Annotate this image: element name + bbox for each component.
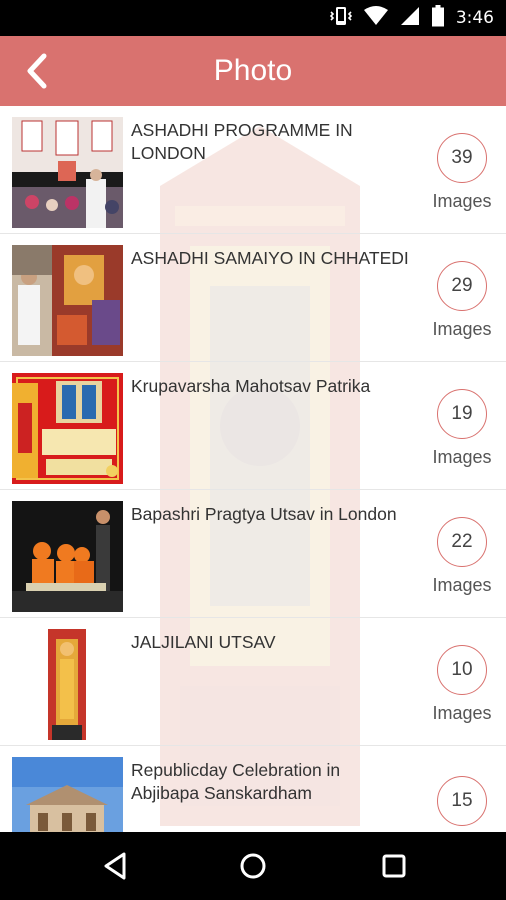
battery-icon (431, 4, 444, 32)
album-list-item[interactable]: ASHADHI PROGRAMME IN LONDON 39 Images (0, 106, 506, 234)
image-count-badge: 19 (437, 389, 487, 439)
app-bar: Photo (0, 36, 506, 106)
album-list-item[interactable]: Republicday Celebration in Abjibapa Sans… (0, 746, 506, 832)
back-triangle-icon[interactable] (96, 846, 136, 886)
image-count-label: Images (432, 447, 492, 467)
image-count-badge: 29 (437, 261, 487, 311)
album-thumbnail (12, 757, 123, 832)
album-thumbnail (12, 373, 123, 484)
album-list-item[interactable]: JALJILANI UTSAV 10 Images (0, 618, 506, 746)
image-count-label: Images (432, 319, 492, 339)
image-count-badge: 15 (437, 776, 487, 826)
image-count-label: Images (432, 191, 492, 211)
signal-icon (400, 6, 420, 31)
album-title: Bapashri Pragtya Utsav in London (131, 504, 397, 524)
vibrate-icon (329, 6, 352, 31)
album-list[interactable]: ASHADHI PROGRAMME IN LONDON 39 Images AS… (0, 106, 506, 832)
recents-square-icon[interactable] (374, 846, 414, 886)
image-count-badge: 22 (437, 517, 487, 567)
page-title: Photo (213, 54, 293, 87)
image-count-badge: 10 (437, 645, 487, 695)
wifi-icon (363, 5, 388, 31)
navigation-bar (0, 832, 506, 900)
album-thumbnail (12, 501, 123, 612)
image-count-label: Images (432, 703, 492, 723)
clock-time: 3:46 (455, 8, 494, 28)
album-title: Republicday Celebration in Abjibapa Sans… (131, 760, 341, 803)
album-list-item[interactable]: Bapashri Pragtya Utsav in London 22 Imag… (0, 490, 506, 618)
album-title: ASHADHI PROGRAMME IN LONDON (131, 120, 353, 163)
album-thumbnail (12, 245, 123, 356)
album-title: ASHADHI SAMAIYO IN CHHATEDI (131, 248, 409, 268)
status-bar: 3:46 (0, 0, 506, 36)
album-thumbnail (12, 629, 123, 740)
image-count-label: Images (432, 575, 492, 595)
album-title: Krupavarsha Mahotsav Patrika (131, 376, 371, 396)
album-list-item[interactable]: Krupavarsha Mahotsav Patrika 19 Images (0, 362, 506, 490)
image-count-badge: 39 (437, 133, 487, 183)
album-thumbnail (12, 117, 123, 228)
album-list-item[interactable]: ASHADHI SAMAIYO IN CHHATEDI 29 Images (0, 234, 506, 362)
album-title: JALJILANI UTSAV (131, 632, 276, 652)
home-circle-icon[interactable] (233, 846, 273, 886)
